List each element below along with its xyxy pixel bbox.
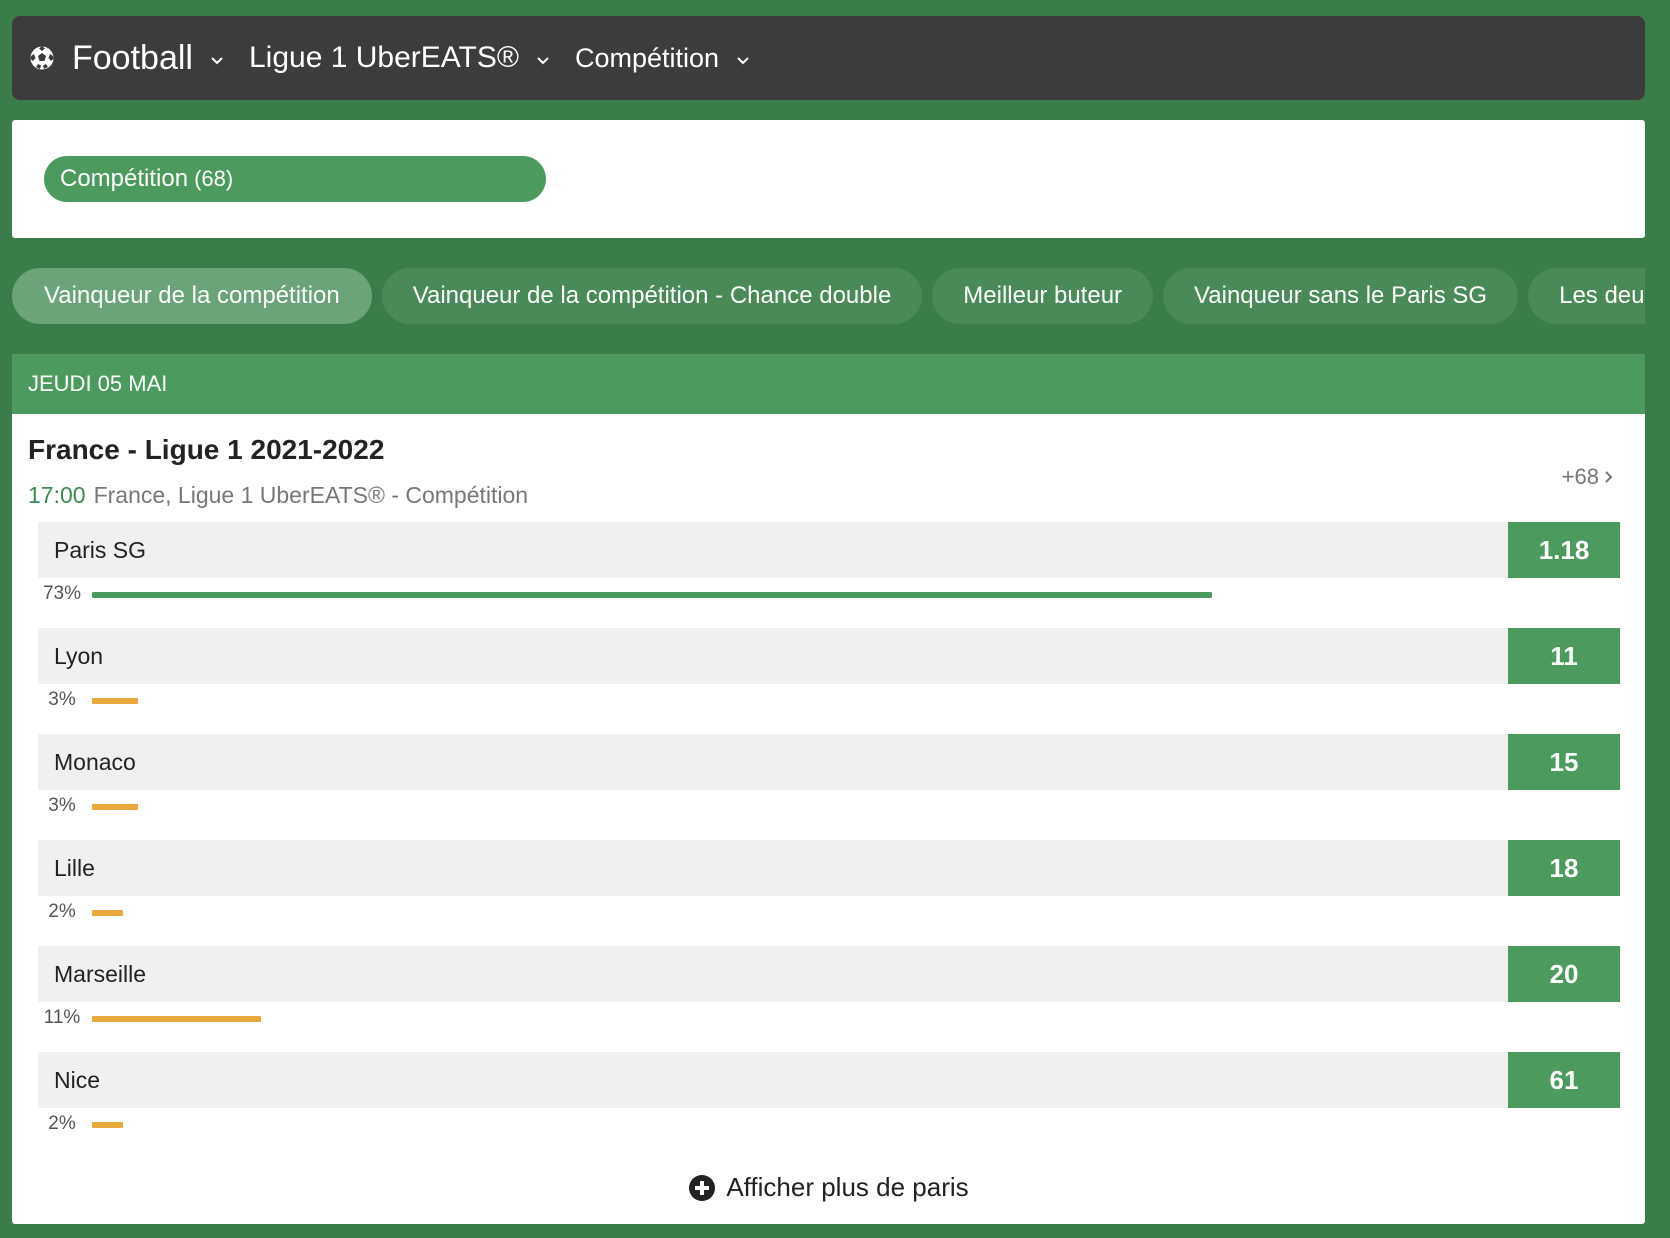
bet-share-bar (92, 1016, 261, 1022)
selection[interactable]: Lyon 11 (38, 628, 1620, 684)
odd-button[interactable]: 11 (1508, 628, 1620, 684)
sport-selector[interactable]: Football (72, 39, 225, 78)
odd-button[interactable]: 15 (1508, 734, 1620, 790)
bet-share: 2% (38, 1110, 1620, 1138)
selection-row: Nice 61 2% (38, 1052, 1620, 1158)
odd-button[interactable]: 18 (1508, 840, 1620, 896)
more-markets-count: +68 (1561, 464, 1599, 489)
sport-label: Football (72, 38, 193, 77)
tab-meilleur-buteur[interactable]: Meilleur buteur (932, 268, 1154, 324)
tab-vainqueur-sans-psg[interactable]: Vainqueur sans le Paris SG (1163, 268, 1519, 324)
bet-share: 3% (38, 792, 1620, 820)
view-label: Compétition (574, 42, 720, 73)
competition-filter-count: (68) (194, 166, 234, 191)
bet-share: 11% (38, 1004, 1620, 1032)
bet-share-bar (92, 1122, 123, 1128)
tab-les-deux[interactable]: Les deux (1528, 268, 1645, 324)
league-label: Ligue 1 UberEATS® (248, 41, 519, 74)
more-markets-link[interactable]: +68 (1562, 464, 1615, 490)
team-name: Nice (54, 1066, 101, 1093)
selection[interactable]: Nice 61 (38, 1052, 1620, 1108)
sport-navigation-bar: Football Ligue 1 UberEATS® Compétition (12, 16, 1645, 100)
selection-row: Monaco 15 3% (38, 734, 1620, 840)
league-selector[interactable]: Ligue 1 UberEATS® (249, 41, 551, 75)
bet-share: 2% (38, 898, 1620, 926)
selection[interactable]: Monaco 15 (38, 734, 1620, 790)
bet-share-label: 3% (48, 689, 76, 710)
competition-filter-label: Compétition (60, 165, 189, 192)
bet-share-label: 2% (48, 901, 76, 922)
bet-share-label: 73% (42, 583, 82, 604)
bet-share-label: 3% (48, 795, 76, 816)
chevron-down-icon (211, 57, 223, 65)
event-title[interactable]: France - Ligue 1 2021-2022 (28, 434, 384, 466)
chevron-down-icon (737, 57, 749, 65)
market-tabs: Vainqueur de la compétition Vainqueur de… (12, 268, 1645, 324)
bet-share-bar (92, 592, 1212, 598)
chevron-down-icon (537, 57, 549, 65)
team-name: Monaco (54, 748, 136, 775)
odd-button[interactable]: 61 (1508, 1052, 1620, 1108)
chevron-right-icon (1605, 471, 1613, 483)
team-name: Paris SG (54, 536, 147, 563)
event-subtitle: 17:00 France, Ligue 1 UberEATS® - Compéti… (28, 482, 528, 509)
event-card: JEUDI 05 MAI France - Ligue 1 2021-2022 … (12, 354, 1645, 1224)
bet-share: 73% (38, 580, 1620, 608)
selection[interactable]: Lille 18 (38, 840, 1620, 896)
event-description: France, Ligue 1 UberEATS® - Compétition (93, 482, 529, 508)
bet-share-bar (92, 804, 138, 810)
selection-row: Marseille 20 11% (38, 946, 1620, 1052)
selection[interactable]: Paris SG 1.18 (38, 522, 1620, 578)
odd-button[interactable]: 1.18 (1508, 522, 1620, 578)
filter-panel: Compétition (68) (12, 120, 1645, 238)
bet-share-label: 11% (43, 1007, 81, 1028)
odd-button[interactable]: 20 (1508, 946, 1620, 1002)
day-header: JEUDI 05 MAI (12, 354, 1645, 414)
selection-list: Paris SG 1.18 73% Lyon 11 3% Monaco 15 3… (38, 522, 1620, 1158)
selection-row: Lille 18 2% (38, 840, 1620, 946)
event-time: 17:00 (28, 482, 86, 508)
view-selector[interactable]: Compétition (575, 43, 751, 74)
plus-circle-icon (689, 1174, 716, 1201)
show-more-bets-button[interactable]: Afficher plus de paris (12, 1172, 1645, 1203)
tab-chance-double[interactable]: Vainqueur de la compétition - Chance dou… (381, 268, 923, 324)
bet-share-bar (92, 910, 123, 916)
team-name: Marseille (54, 960, 147, 987)
selection-row: Lyon 11 3% (38, 628, 1620, 734)
selection[interactable]: Marseille 20 (38, 946, 1620, 1002)
competition-filter-pill[interactable]: Compétition (68) (44, 156, 546, 202)
soccer-ball-icon (29, 45, 55, 71)
bet-share-bar (92, 698, 138, 704)
selection-row: Paris SG 1.18 73% (38, 522, 1620, 628)
show-more-label: Afficher plus de paris (726, 1172, 969, 1202)
bet-share: 3% (38, 686, 1620, 714)
team-name: Lille (54, 854, 95, 881)
tab-vainqueur-competition[interactable]: Vainqueur de la compétition (12, 268, 372, 324)
bet-share-label: 2% (48, 1113, 76, 1134)
team-name: Lyon (54, 642, 104, 669)
